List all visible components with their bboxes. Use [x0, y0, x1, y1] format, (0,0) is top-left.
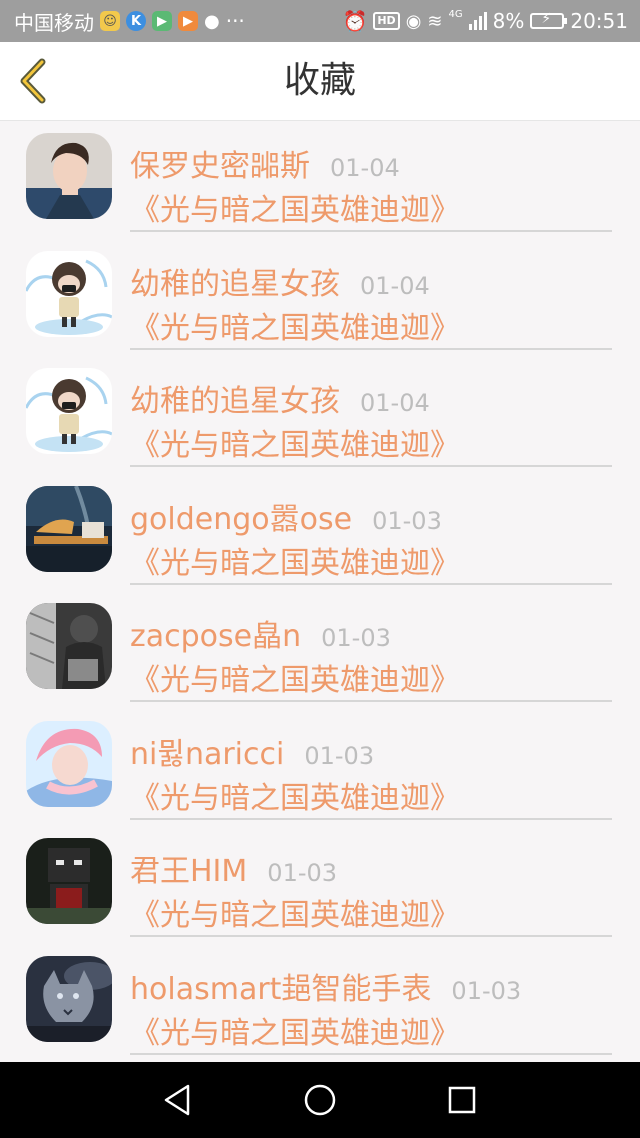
- list-item[interactable]: holasmart郌智能手表 01-03 《光与暗之国英雄迪迦》: [0, 944, 640, 1062]
- play-app-icon: ▶: [152, 11, 172, 31]
- item-date: 01-04: [360, 389, 430, 417]
- avatar: [26, 485, 112, 572]
- user-name: 君王HIM: [130, 854, 248, 889]
- item-header: zacpose皛n 01-03: [130, 611, 391, 654]
- item-date: 01-03: [267, 859, 338, 887]
- item-header: goldengo嚣ose 01-03: [130, 494, 442, 537]
- more-notifications-label: ···: [225, 9, 245, 33]
- item-title: 《光与暗之国英雄迪迦》: [130, 545, 460, 581]
- item-title: 《光与暗之国英雄迪迦》: [130, 780, 460, 816]
- avatar: [26, 955, 112, 1042]
- status-bar: 中国移动 ☺ K ▶ ▶ ● ··· ⏰ HD ◉ ≋ 4G 8% ⚡ 20:5…: [0, 0, 640, 42]
- user-name: ni뮗naricci: [130, 736, 285, 772]
- item-title: 《光与暗之国英雄迪迦》: [130, 310, 460, 346]
- item-date: 01-03: [451, 976, 522, 1005]
- list-item[interactable]: zacpose皛n 01-03 《光与暗之国英雄迪迦》: [0, 591, 640, 709]
- battery-icon: ⚡: [530, 11, 568, 29]
- item-header: 君王HIM 01-03: [130, 846, 338, 889]
- item-header: 幼稚的追星女孩 01-04: [130, 376, 430, 419]
- divider: [130, 465, 612, 467]
- status-left: 中国移动 ☺ K ▶ ▶ ● ···: [14, 7, 245, 36]
- system-nav-bar: [0, 1062, 640, 1138]
- item-date: 01-04: [330, 154, 400, 182]
- list-item[interactable]: 保罗史密嘂斯 01-04 《光与暗之国英雄迪迦》: [0, 121, 640, 239]
- chat-app-icon: ☺: [100, 11, 120, 31]
- user-name: 保罗史密嘂斯: [130, 149, 310, 184]
- avatar: [26, 250, 112, 337]
- avatar: [26, 133, 112, 219]
- video-app-icon: ▶: [178, 11, 198, 31]
- page-title: 收藏: [283, 60, 356, 101]
- list-item[interactable]: 幼稚的追星女孩 01-04 《光与暗之国英雄迪迦》: [0, 239, 640, 357]
- square-recents-icon: [448, 1086, 476, 1114]
- avatar: [26, 368, 112, 454]
- list-item[interactable]: ni뮗naricci 01-03 《光与暗之国英雄迪迦》: [0, 709, 640, 827]
- nav-recents-button[interactable]: [444, 1082, 480, 1118]
- carrier-label: 中国移动: [14, 10, 94, 35]
- status-right: ⏰ HD ◉ ≋ 4G 8% ⚡ 20:51: [342, 9, 628, 33]
- user-name: 幼稚的追星女孩: [130, 384, 340, 419]
- clock: 20:51: [570, 9, 628, 33]
- network-type-label: 4G: [448, 9, 463, 20]
- user-name: goldengo嚣ose: [130, 501, 353, 537]
- item-header: 保罗史密嘂斯 01-04: [130, 141, 400, 184]
- item-date: 01-03: [304, 741, 375, 770]
- item-title: 《光与暗之国英雄迪迦》: [130, 428, 460, 463]
- nav-home-button[interactable]: [302, 1082, 338, 1118]
- item-date: 01-03: [372, 506, 442, 535]
- user-name: 幼稚的追星女孩: [130, 266, 340, 302]
- k-app-icon: K: [126, 11, 146, 31]
- item-date: 01-03: [321, 624, 391, 652]
- user-name: holasmart郌智能手表: [130, 971, 432, 1007]
- divider: [130, 582, 612, 585]
- nav-back-button[interactable]: [160, 1082, 196, 1118]
- hd-badge: HD: [373, 12, 400, 30]
- avatar: [26, 838, 112, 924]
- signal-icon: [468, 12, 487, 30]
- divider: [130, 935, 612, 937]
- item-header: holasmart郌智能手表 01-03: [130, 964, 522, 1007]
- battery-percent: 8%: [492, 9, 525, 33]
- divider: [130, 817, 612, 820]
- item-date: 01-04: [360, 271, 430, 300]
- divider: [130, 700, 612, 702]
- message-icon: ●: [204, 10, 220, 32]
- avatar: [26, 603, 112, 689]
- avatar: [26, 720, 112, 807]
- divider: [130, 1052, 612, 1055]
- list-item[interactable]: goldengo嚣ose 01-03 《光与暗之国英雄迪迦》: [0, 474, 640, 592]
- divider: [130, 230, 612, 232]
- item-title: 《光与暗之国英雄迪迦》: [130, 193, 460, 228]
- item-title: 《光与暗之国英雄迪迦》: [130, 898, 460, 933]
- user-name: zacpose皛n: [130, 619, 302, 654]
- list-item[interactable]: 幼稚的追星女孩 01-04 《光与暗之国英雄迪迦》: [0, 356, 640, 474]
- item-header: 幼稚的追星女孩 01-04: [130, 259, 430, 302]
- wifi-icon: ≋: [427, 10, 443, 32]
- alarm-icon: ⏰: [342, 9, 368, 33]
- eye-comfort-icon: ◉: [405, 10, 422, 32]
- item-title: 《光与暗之国英雄迪迦》: [130, 1015, 460, 1051]
- favorites-list: 保罗史密嘂斯 01-04 《光与暗之国英雄迪迦》 幼稚的追星女孩 01-04 《…: [0, 121, 640, 1061]
- circle-home-icon: [304, 1084, 336, 1116]
- item-title: 《光与暗之国英雄迪迦》: [130, 663, 460, 698]
- triangle-back-icon: [164, 1084, 190, 1116]
- divider: [130, 347, 612, 350]
- item-header: ni뮗naricci 01-03: [130, 729, 375, 772]
- app-header: 收藏: [0, 42, 640, 121]
- list-item[interactable]: 君王HIM 01-03 《光与暗之国英雄迪迦》: [0, 826, 640, 944]
